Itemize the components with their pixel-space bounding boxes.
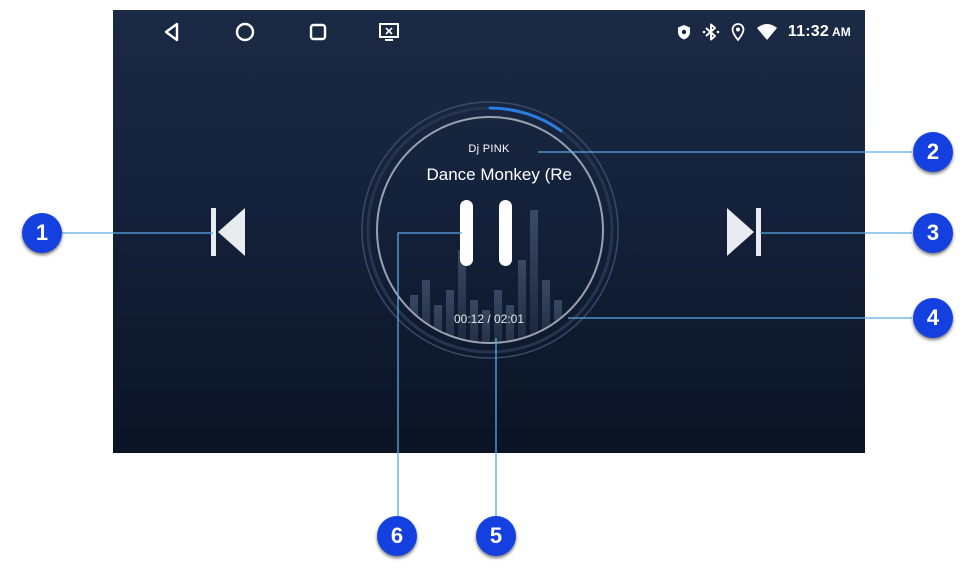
callout-4: 4 xyxy=(913,298,953,338)
screen-cast-button[interactable] xyxy=(377,20,401,44)
home-button[interactable] xyxy=(233,20,257,44)
screen-cast-icon xyxy=(379,23,399,41)
progress-arc[interactable] xyxy=(488,106,563,133)
elapsed-time: 00:12 / 02:01 xyxy=(453,312,525,326)
skip-next-icon xyxy=(727,208,761,256)
bluetooth-icon xyxy=(702,23,720,41)
square-recents-icon xyxy=(309,23,327,41)
callout-1: 1 xyxy=(22,213,62,253)
callout-6: 6 xyxy=(377,516,417,556)
callout-5: 5 xyxy=(476,516,516,556)
clock-time: 11:32 xyxy=(787,23,829,40)
location-icon xyxy=(731,23,745,42)
pause-icon-bar xyxy=(499,200,512,266)
callout-2: 2 xyxy=(913,132,953,172)
skip-previous-icon xyxy=(211,208,245,256)
next-track-button[interactable] xyxy=(725,206,765,258)
track-title-marquee: Dance Monkey (Re xyxy=(398,165,572,189)
clock-ampm: AM xyxy=(831,25,851,39)
callout-3: 3 xyxy=(913,213,953,253)
back-button[interactable] xyxy=(160,20,184,44)
pause-button[interactable] xyxy=(460,200,512,266)
pause-icon xyxy=(460,200,473,266)
status-icons: 11:32 AM xyxy=(676,20,851,44)
track-title: Dance Monkey (Re xyxy=(426,165,572,184)
wifi-icon xyxy=(756,24,777,40)
shield-icon xyxy=(677,25,690,40)
previous-track-button[interactable] xyxy=(207,206,247,258)
circle-home-icon xyxy=(235,22,255,42)
recents-button[interactable] xyxy=(306,20,330,44)
status-clock: 11:32 AM xyxy=(788,23,851,41)
artist-name: Dj PINK xyxy=(468,143,510,155)
triangle-back-icon xyxy=(164,22,179,42)
music-player-screen: 11:32 AM Dj PINK Dance Monkey (Re 00:12 … xyxy=(113,10,865,453)
status-bar: 11:32 AM xyxy=(113,10,865,54)
